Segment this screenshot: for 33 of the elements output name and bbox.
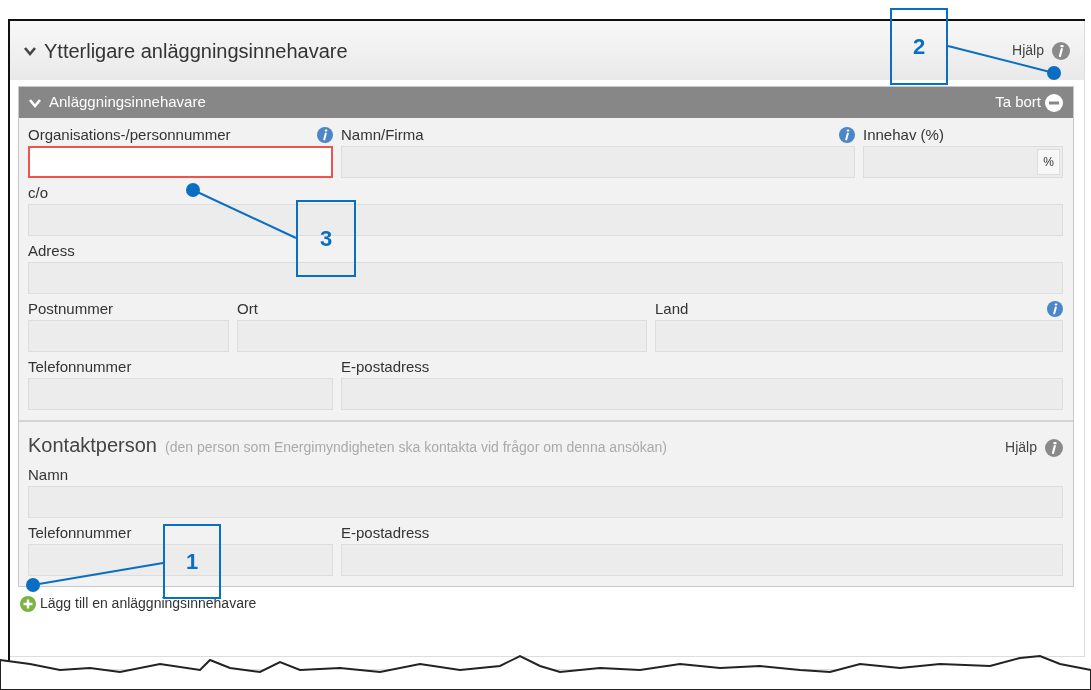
help-link[interactable]: Hjälp — [1012, 40, 1044, 61]
info-icon[interactable] — [317, 127, 333, 143]
info-icon[interactable] — [1047, 301, 1063, 317]
remove-button[interactable]: Ta bort — [995, 91, 1063, 114]
contact-title: Kontaktperson — [28, 433, 157, 458]
field-label: E-postadress — [341, 357, 430, 377]
help-icon[interactable] — [1045, 438, 1063, 457]
field-label: Telefonnummer — [28, 523, 132, 543]
minus-icon — [1045, 93, 1063, 112]
info-icon[interactable] — [839, 127, 855, 143]
help-icon[interactable] — [1052, 41, 1070, 60]
callout-number: 2 — [890, 8, 948, 85]
contact-note: (den person som Energimyndigheten ska kontakta vid frågor om denna ansökan) — [165, 438, 667, 457]
field-label: Namn/Firma — [341, 125, 424, 145]
field-label: Organisations-/personnummer — [28, 125, 231, 145]
field-label: Postnummer — [28, 299, 114, 319]
callout-number: 3 — [296, 200, 356, 277]
field-label: Land — [655, 299, 689, 319]
input-field[interactable]: % — [863, 146, 1063, 178]
input-field[interactable] — [28, 146, 333, 178]
add-icon[interactable] — [20, 595, 36, 612]
field-label: Innehav (%) — [863, 125, 944, 145]
section-title: Ytterligare anläggningsinnehavare — [44, 38, 348, 64]
panel-title: Anläggningsinnehavare — [49, 92, 206, 113]
unit-label: % — [1037, 149, 1060, 175]
field-label: E-postadress — [341, 523, 430, 543]
help-link[interactable]: Hjälp — [1005, 437, 1037, 458]
field-label: Namn — [28, 465, 68, 485]
field-label: c/o — [28, 183, 48, 203]
field-label: Adress — [28, 241, 75, 261]
callout-number: 1 — [163, 524, 221, 599]
field-label: Telefonnummer — [28, 357, 132, 377]
field-label: Ort — [237, 299, 258, 319]
